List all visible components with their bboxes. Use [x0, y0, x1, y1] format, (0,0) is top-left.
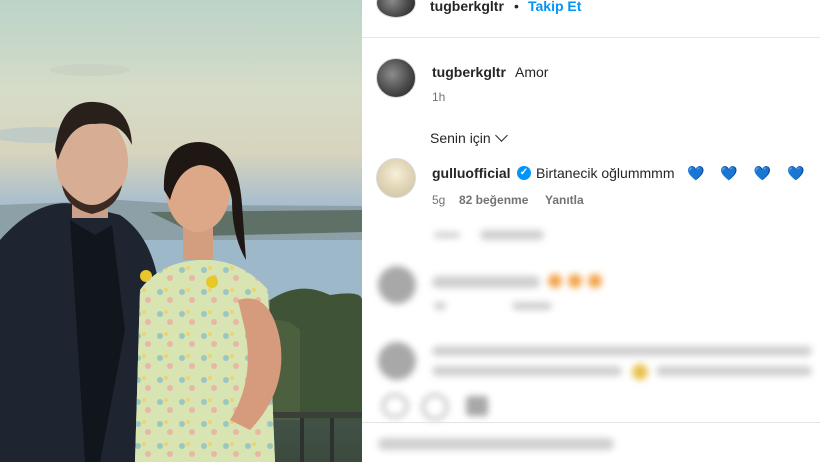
header-separator: • [514, 0, 519, 14]
like-icon [382, 394, 408, 418]
author-username[interactable]: tugberkgltr [430, 0, 504, 14]
post-photo [0, 0, 362, 462]
comment-like-count[interactable]: 82 beğenme [459, 193, 528, 207]
hidden-replies-text [480, 230, 544, 240]
blurred-comment-text [432, 366, 622, 376]
blurred-emoji [568, 274, 582, 288]
comment-timestamp: 5g [432, 193, 446, 207]
blurred-likes-line [378, 438, 614, 450]
blurred-emoji [548, 274, 562, 288]
comment-text: Birtanecik oğlummmm [536, 165, 675, 181]
couple-photo-image [0, 64, 362, 462]
blurred-comment-text [656, 366, 812, 376]
comment-username[interactable]: gulluofficial [432, 165, 511, 181]
panel-divider [362, 422, 820, 423]
blurred-avatar [378, 342, 416, 380]
blurred-avatar [378, 266, 416, 304]
blurred-emoji [588, 274, 602, 288]
post-side-panel: tugberkgltr • Takip Et tugberkgltr Amor … [362, 0, 820, 462]
blurred-comments-area [362, 222, 820, 462]
chevron-down-icon [494, 129, 508, 142]
follow-button[interactable]: Takip Et [528, 0, 581, 14]
caption-timestamp: 1h [432, 90, 446, 104]
comment-icon [422, 394, 448, 420]
blurred-comment-meta [512, 302, 552, 310]
commenter-avatar[interactable] [376, 158, 416, 198]
blurred-comment-username [432, 276, 540, 288]
comment-sort-dropdown[interactable]: Senin için [430, 129, 508, 146]
post-header: tugberkgltr • Takip Et [362, 0, 820, 38]
caption-username[interactable]: tugberkgltr [432, 64, 506, 80]
caption-author-avatar[interactable] [376, 58, 416, 98]
hidden-replies-line [434, 232, 460, 238]
blurred-comment-meta [434, 302, 446, 310]
author-avatar[interactable] [376, 0, 416, 18]
verified-badge-icon: ✓ [517, 166, 531, 180]
blurred-emoji [632, 364, 648, 380]
comment-sort-label: Senin için [430, 130, 491, 146]
blurred-comment-text [432, 346, 812, 356]
share-icon [466, 396, 488, 416]
blue-heart-emojis: 💙 💙 💙 💙 [687, 165, 811, 181]
comment-reply-button[interactable]: Yanıtla [545, 193, 584, 207]
caption-text: Amor [515, 64, 549, 80]
